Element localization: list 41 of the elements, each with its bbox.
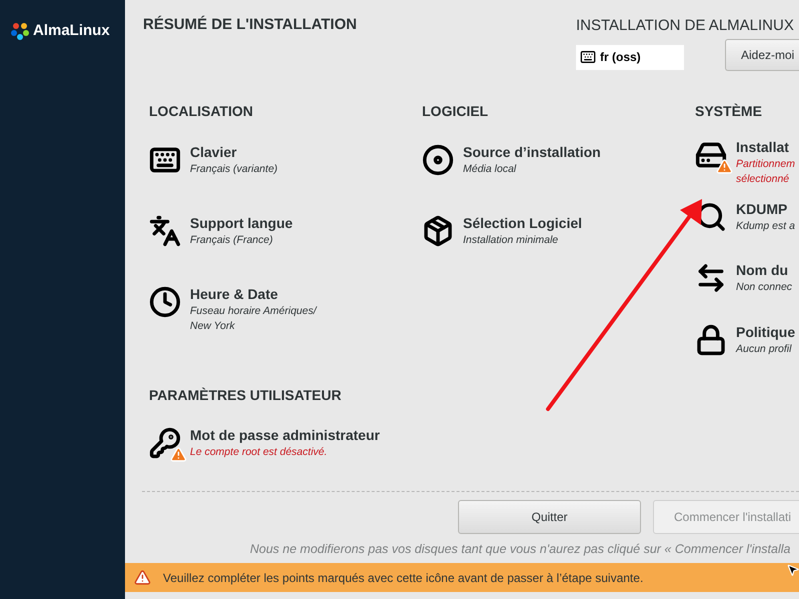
page-title: RÉSUMÉ DE L'INSTALLATION bbox=[143, 14, 357, 35]
spoke-title[interactable]: Clavier bbox=[190, 143, 278, 162]
spoke-title[interactable]: Mot de passe administrateur bbox=[190, 426, 380, 446]
spoke-title[interactable]: Support langue bbox=[190, 214, 293, 233]
spoke-status: Français (variante) bbox=[190, 162, 278, 177]
package-icon bbox=[422, 215, 454, 247]
warning-icon bbox=[134, 569, 151, 586]
spoke-title[interactable]: Installat bbox=[736, 138, 795, 157]
disk-notice: Nous ne modifierons pas vos disques tant que vous n'aurez pas cliqué sur « Commencer l'installa bbox=[249, 541, 792, 558]
spoke-title[interactable]: Politique bbox=[736, 323, 796, 342]
section-heading: PARAMÈTRES UTILISATEUR bbox=[149, 386, 342, 405]
lock-icon bbox=[695, 324, 727, 356]
section-heading: SYSTÈME bbox=[695, 102, 763, 121]
logo-icon bbox=[10, 21, 30, 42]
help-button[interactable]: Aidez-moi bbox=[725, 38, 799, 70]
language-icon bbox=[149, 215, 181, 247]
spoke-status: Français (France) bbox=[190, 233, 274, 248]
clock-icon bbox=[149, 286, 181, 318]
spoke-status: Installation minimale bbox=[463, 233, 560, 248]
spoke-status: Aucun profil bbox=[736, 342, 793, 358]
spoke-title[interactable]: Heure & Date bbox=[190, 285, 316, 304]
spoke-title[interactable]: Source d’installation bbox=[463, 143, 601, 162]
spoke-status: Fuseau horaire Amériques/ New York bbox=[190, 304, 316, 334]
key-icon bbox=[149, 427, 181, 460]
action-button[interactable]: Quitter bbox=[458, 500, 641, 534]
logo-text: AlmaLinux bbox=[33, 21, 110, 41]
keyboard-layout-field[interactable]: fr (oss) bbox=[576, 44, 684, 70]
warning-text: Veuillez compléter les points marqués avec cette icône avant de passer à l’étape suivante. bbox=[163, 570, 644, 586]
product-title: INSTALLATION DE ALMALINUX bbox=[576, 16, 794, 36]
spoke-status: Kdump est a bbox=[736, 218, 795, 234]
disc-icon bbox=[422, 144, 454, 176]
spoke-status: Non connec bbox=[736, 280, 792, 296]
section-heading: LOCALISATION bbox=[149, 102, 254, 121]
spoke-title[interactable]: Nom du bbox=[736, 261, 792, 280]
spoke-status: Média local bbox=[463, 162, 518, 177]
spoke-status: Partitionnem sélectionné bbox=[736, 156, 795, 187]
spoke-title[interactable]: Sélection Logiciel bbox=[463, 214, 582, 233]
spoke-title[interactable]: KDUMP bbox=[736, 200, 795, 219]
section-heading: LOGICIEL bbox=[422, 102, 490, 121]
keyboard-icon bbox=[580, 49, 596, 65]
spoke-status: Le compte root est désactivé. bbox=[190, 445, 328, 460]
